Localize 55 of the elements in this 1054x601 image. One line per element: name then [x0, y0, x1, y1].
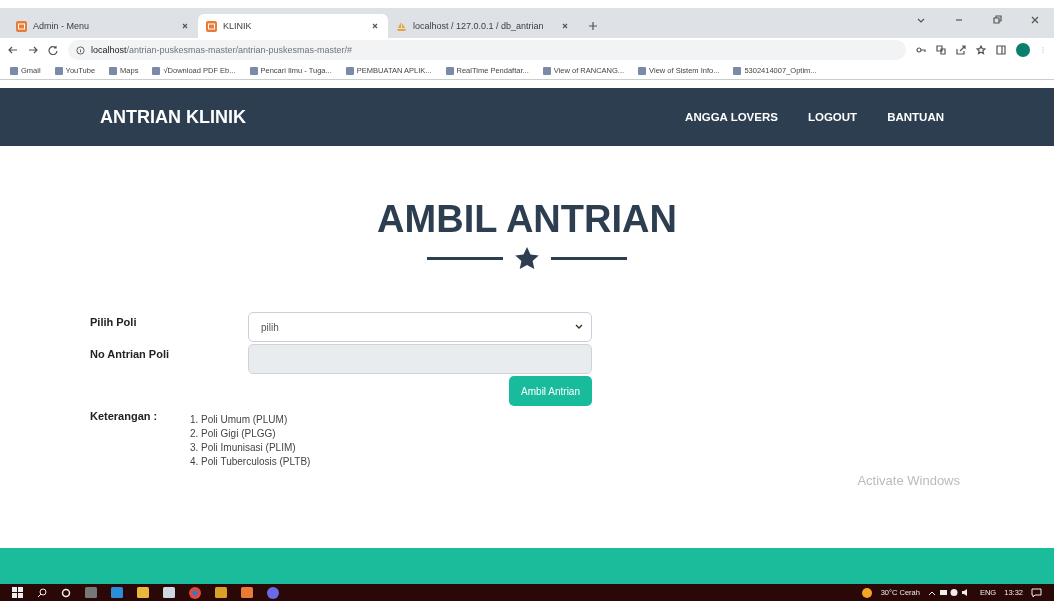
url-text: localhost/antrian-puskesmas-master/antrian-puskesmas-master/#	[91, 45, 353, 55]
caret-icon	[575, 324, 583, 330]
back-icon[interactable]	[8, 45, 18, 55]
note-item: 4. Poli Tuberculosis (PLTB)	[190, 456, 311, 467]
bookmark-favicon-icon	[445, 66, 454, 75]
bookmark-favicon-icon	[638, 66, 647, 75]
bookmark-favicon-icon	[542, 66, 551, 75]
app-icon[interactable]	[267, 586, 279, 599]
sailboat-icon	[396, 21, 407, 31]
close-icon[interactable]	[180, 21, 190, 31]
note-item: 2. Poli Gigi (PLGG)	[190, 428, 277, 439]
browser-tab[interactable]: Admin - Menu	[8, 14, 198, 38]
notes-label: Keterangan :	[90, 410, 159, 424]
poli-select[interactable]: pilih	[248, 312, 592, 342]
brand-title[interactable]: ANTRIAN KLINIK	[100, 106, 246, 128]
close-icon[interactable]	[370, 21, 380, 31]
bookmark-favicon-icon	[54, 66, 63, 75]
side-panel-icon[interactable]	[996, 45, 1006, 55]
star-icon	[515, 247, 539, 270]
browser-tab[interactable]: KLINIK	[198, 14, 388, 38]
windows-logo-icon[interactable]	[12, 587, 23, 598]
bookmark-favicon-icon	[152, 66, 161, 75]
nav-link[interactable]: LOGOUT	[807, 111, 858, 123]
nav-link[interactable]: ANGGA LOVERS	[685, 111, 778, 123]
note-item: 3. Poli Imunisasi (PLIM)	[190, 442, 297, 453]
close-icon[interactable]	[560, 21, 570, 31]
bookmark-favicon-icon	[249, 66, 258, 75]
star-icon[interactable]	[976, 45, 986, 55]
field-label: No Antrian Poli	[90, 347, 171, 362]
key-icon[interactable]	[916, 45, 926, 55]
search-icon[interactable]	[37, 587, 47, 598]
app-icon	[16, 20, 27, 32]
weather-icon	[860, 586, 873, 599]
nav-link[interactable]: BANTUAN	[887, 111, 944, 123]
avatar-icon[interactable]	[1016, 43, 1030, 57]
address-bar[interactable]: localhost/antrian-puskesmas-master/antrian-puskesmas-master/#	[68, 40, 906, 60]
share-icon[interactable]	[956, 45, 966, 55]
bookmark-favicon-icon	[733, 66, 742, 75]
restore-icon[interactable]	[992, 15, 1002, 25]
field-label: Pilih Poli	[90, 315, 138, 330]
reload-icon[interactable]	[48, 45, 58, 55]
notification-icon[interactable]	[1031, 587, 1042, 598]
circle-icon[interactable]	[61, 587, 71, 598]
activation-notice: Activate Windows	[857, 473, 960, 488]
bookmark-favicon-icon	[109, 66, 118, 75]
page-heading: AMBIL ANTRIAN	[376, 198, 678, 241]
app-icon	[206, 20, 217, 32]
info-icon	[76, 45, 85, 55]
browser-tab[interactable]: localhost / 127.0.0.1 / db_antrian	[388, 14, 578, 38]
note-item: 1. Poli Umum (PLUM)	[190, 414, 289, 425]
forward-icon[interactable]	[28, 45, 38, 55]
bookmark-favicon-icon	[10, 66, 18, 75]
bookmark-favicon-icon	[345, 66, 354, 75]
new-tab-icon[interactable]	[588, 21, 598, 31]
close-icon[interactable]	[1030, 15, 1040, 25]
